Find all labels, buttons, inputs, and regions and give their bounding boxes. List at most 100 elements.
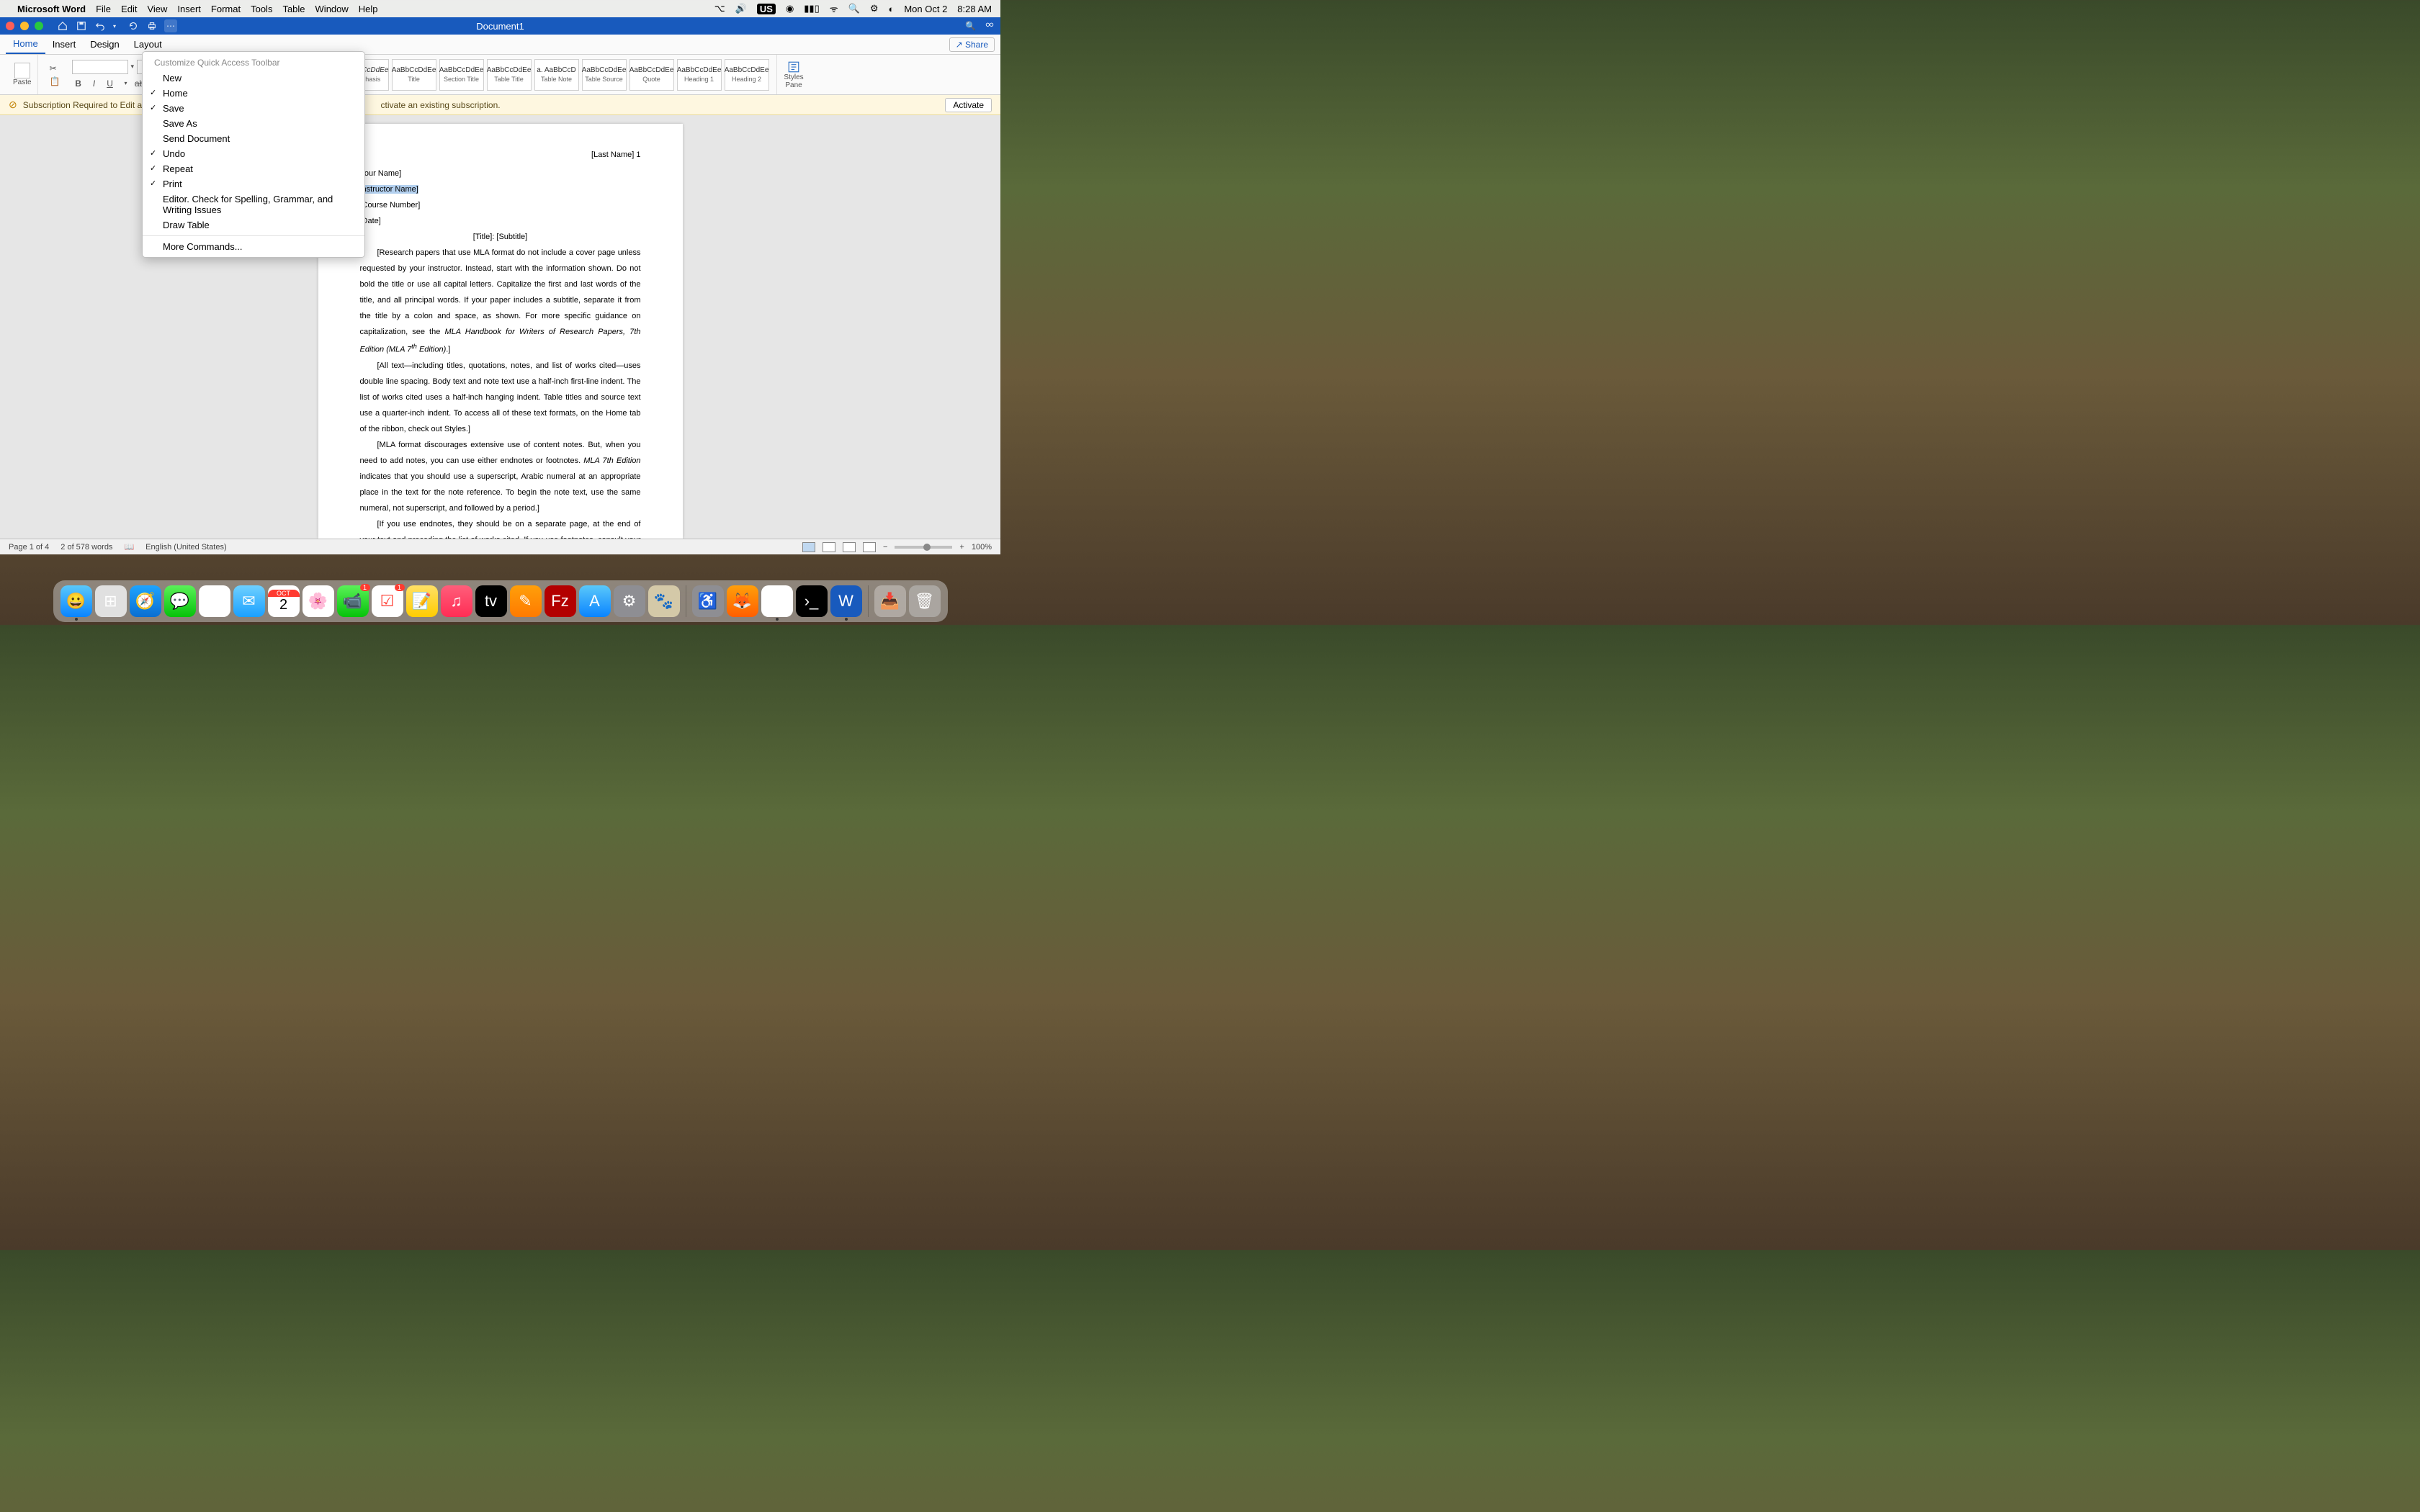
- input-source[interactable]: US: [757, 4, 776, 14]
- qat-undo-icon[interactable]: [94, 19, 107, 32]
- dropdown-item-repeat[interactable]: Repeat: [143, 161, 364, 176]
- maximize-window-button[interactable]: [35, 22, 43, 30]
- volume-icon[interactable]: 🔊: [735, 3, 747, 14]
- font-name-input[interactable]: [72, 60, 128, 74]
- spellcheck-icon[interactable]: 📖: [124, 542, 134, 552]
- tab-design[interactable]: Design: [83, 35, 126, 54]
- dock-trash[interactable]: 🗑: [909, 585, 941, 617]
- dock-photos[interactable]: 🌸: [302, 585, 334, 617]
- menu-table[interactable]: Table: [282, 4, 305, 14]
- dropdown-item-undo[interactable]: Undo: [143, 146, 364, 161]
- dock-notes[interactable]: 📝: [406, 585, 438, 617]
- menubar-time[interactable]: 8:28 AM: [957, 4, 992, 14]
- copy-icon[interactable]: 📋: [50, 76, 60, 86]
- qat-customize-button[interactable]: ⋯: [164, 19, 177, 32]
- dock-maps[interactable]: 🗺: [199, 585, 230, 617]
- minimize-window-button[interactable]: [20, 22, 29, 30]
- tab-home[interactable]: Home: [6, 35, 45, 54]
- battery-icon[interactable]: ▮▮▯: [804, 3, 819, 14]
- dropdown-item-new[interactable]: New: [143, 71, 364, 86]
- style-section-title[interactable]: AaBbCcDdEeSection Title: [439, 59, 484, 91]
- dock-filezilla[interactable]: Fz: [544, 585, 576, 617]
- status-words[interactable]: 2 of 578 words: [60, 543, 112, 552]
- menu-file[interactable]: File: [96, 4, 111, 14]
- titlebar-share-icon[interactable]: [985, 21, 995, 31]
- dock-accessibility[interactable]: ♿: [692, 585, 724, 617]
- activate-button[interactable]: Activate: [945, 98, 992, 112]
- style-heading-1[interactable]: AaBbCcDdEeHeading 1: [677, 59, 722, 91]
- zoom-slider[interactable]: [895, 546, 952, 549]
- style-table-title[interactable]: AaBbCcDdEeTable Title: [487, 59, 532, 91]
- style-title[interactable]: AaBbCcDdEeTitle: [392, 59, 436, 91]
- dock-messages[interactable]: 💬: [164, 585, 196, 617]
- dock-firefox[interactable]: 🦊: [727, 585, 758, 617]
- titlebar-search-icon[interactable]: 🔍: [965, 21, 976, 31]
- cut-icon[interactable]: ✂: [50, 63, 57, 73]
- style-table-note[interactable]: a. AaBbCcDTable Note: [534, 59, 579, 91]
- font-dropdown-icon[interactable]: ▾: [131, 63, 135, 71]
- menu-edit[interactable]: Edit: [121, 4, 137, 14]
- status-language[interactable]: English (United States): [145, 543, 227, 552]
- view-web-layout-button[interactable]: [823, 542, 835, 552]
- dock-terminal[interactable]: ›_: [796, 585, 828, 617]
- bold-button[interactable]: B: [72, 77, 85, 90]
- dock-downloads[interactable]: 📥: [874, 585, 906, 617]
- siri-icon[interactable]: ◐: [888, 4, 894, 14]
- menu-insert[interactable]: Insert: [177, 4, 201, 14]
- dropdown-item-send-document[interactable]: Send Document: [143, 131, 364, 146]
- dock-tv[interactable]: tv: [475, 585, 507, 617]
- qat-repeat-icon[interactable]: [127, 19, 140, 32]
- zoom-in-button[interactable]: +: [959, 543, 964, 552]
- zoom-level[interactable]: 100%: [972, 543, 992, 552]
- bluetooth-icon[interactable]: ⌥: [714, 3, 725, 14]
- dock-mail[interactable]: ✉: [233, 585, 265, 617]
- dock-reminders[interactable]: ☑1: [372, 585, 403, 617]
- user-icon[interactable]: ◉: [786, 3, 794, 14]
- dropdown-item-home[interactable]: Home: [143, 86, 364, 101]
- dropdown-item-save-as[interactable]: Save As: [143, 116, 364, 131]
- menu-help[interactable]: Help: [359, 4, 378, 14]
- menubar-app-name[interactable]: Microsoft Word: [17, 4, 86, 14]
- zoom-slider-thumb[interactable]: [923, 544, 931, 551]
- dock-finder[interactable]: 😀: [60, 585, 92, 617]
- qat-home-icon[interactable]: [56, 19, 69, 32]
- view-print-layout-button[interactable]: [802, 542, 815, 552]
- qat-undo-dropdown-icon[interactable]: ▾: [108, 19, 121, 32]
- view-draft-button[interactable]: [863, 542, 876, 552]
- menu-view[interactable]: View: [147, 4, 167, 14]
- wifi-icon[interactable]: ᯤ: [830, 2, 838, 15]
- control-center-icon[interactable]: ⚙: [870, 3, 879, 14]
- dock-safari[interactable]: 🧭: [130, 585, 161, 617]
- dropdown-item-draw-table[interactable]: Draw Table: [143, 217, 364, 233]
- qat-save-icon[interactable]: [75, 19, 88, 32]
- status-page[interactable]: Page 1 of 4: [9, 543, 49, 552]
- dock-launchpad[interactable]: ⊞: [95, 585, 127, 617]
- menu-format[interactable]: Format: [211, 4, 241, 14]
- dropdown-item-print[interactable]: Print: [143, 176, 364, 192]
- share-button[interactable]: ↗ Share: [949, 37, 995, 52]
- dock-word[interactable]: W: [830, 585, 862, 617]
- underline-button[interactable]: U: [104, 77, 117, 90]
- menubar-date[interactable]: Mon Oct 2: [904, 4, 947, 14]
- dock-music[interactable]: ♫: [441, 585, 472, 617]
- menu-tools[interactable]: Tools: [251, 4, 272, 14]
- underline-dropdown-icon[interactable]: ▾: [120, 77, 133, 90]
- tab-insert[interactable]: Insert: [45, 35, 84, 54]
- dock-facetime[interactable]: 📹1: [337, 585, 369, 617]
- style-table-source[interactable]: AaBbCcDdEeTable Source: [582, 59, 627, 91]
- menu-window[interactable]: Window: [315, 4, 349, 14]
- dock-pages[interactable]: ✎: [510, 585, 542, 617]
- view-outline-button[interactable]: [843, 542, 856, 552]
- zoom-out-button[interactable]: −: [883, 543, 887, 552]
- style-heading-2[interactable]: AaBbCcDdEeHeading 2: [725, 59, 769, 91]
- dropdown-item-editor[interactable]: Editor. Check for Spelling, Grammar, and…: [143, 192, 364, 217]
- style-quote[interactable]: AaBbCcDdEeQuote: [629, 59, 674, 91]
- dock-calendar[interactable]: OCT2: [268, 585, 300, 617]
- dock-settings[interactable]: ⚙: [614, 585, 645, 617]
- styles-pane-button[interactable]: StylesPane: [776, 55, 805, 94]
- dock-chrome[interactable]: ◉: [761, 585, 793, 617]
- dock-appstore[interactable]: A: [579, 585, 611, 617]
- qat-print-icon[interactable]: [145, 19, 158, 32]
- dock-app-generic[interactable]: 🐾: [648, 585, 680, 617]
- close-window-button[interactable]: [6, 22, 14, 30]
